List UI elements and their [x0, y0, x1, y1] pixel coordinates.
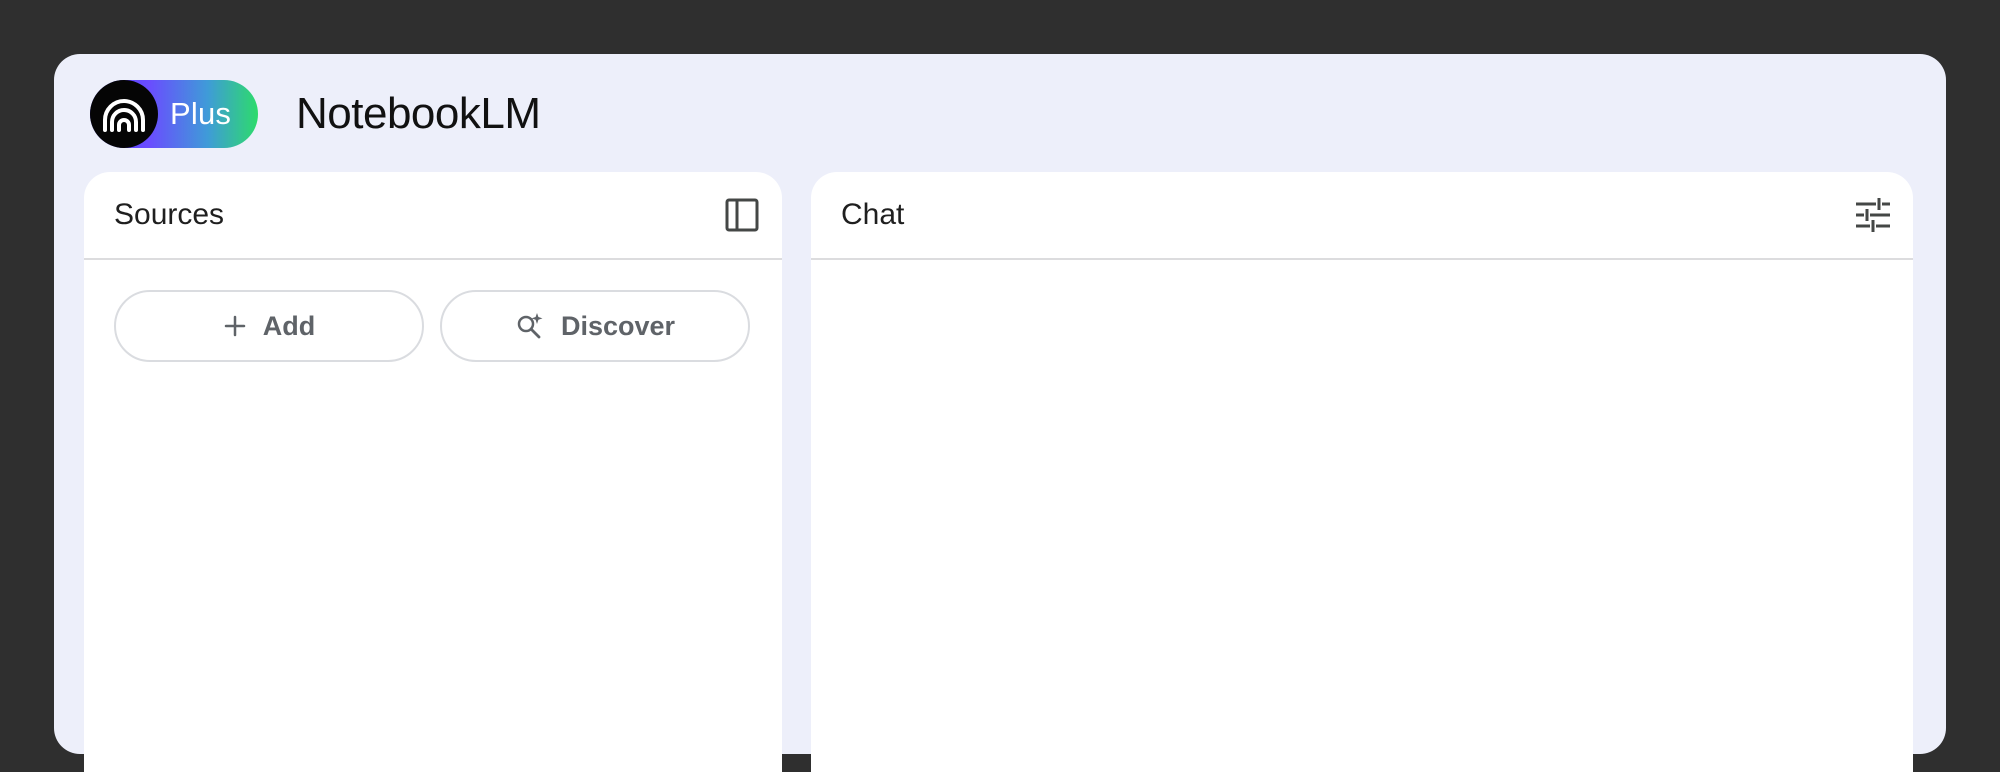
app-header: Plus NotebookLM [90, 80, 541, 148]
sources-panel-header: Sources [84, 172, 782, 260]
chat-settings-button[interactable] [1853, 195, 1893, 235]
sources-title: Sources [114, 198, 225, 231]
app-title: NotebookLM [296, 89, 541, 138]
panel-sidebar-icon [725, 198, 759, 232]
plus-badge[interactable]: Plus [90, 80, 258, 148]
add-source-label: Add [262, 310, 316, 341]
notebooklm-logo-icon [90, 80, 158, 148]
app-window: Plus NotebookLM Sources Add Discover Cha… [54, 54, 1946, 772]
discover-sources-button[interactable]: Discover [440, 290, 750, 362]
chat-panel-header: Chat [811, 172, 1913, 260]
add-source-button[interactable]: Add [114, 290, 424, 362]
discover-sources-label: Discover [560, 310, 676, 341]
chat-panel: Chat [811, 172, 1913, 772]
collapse-sources-button[interactable] [722, 195, 762, 235]
sources-action-row: Add Discover [84, 260, 782, 362]
search-sparkle-icon [517, 313, 543, 339]
sources-panel: Sources Add Discover [84, 172, 782, 772]
tune-sliders-icon [1856, 198, 1890, 232]
plus-label: Plus [170, 96, 232, 131]
plus-icon [224, 315, 245, 337]
chat-title: Chat [841, 198, 905, 231]
